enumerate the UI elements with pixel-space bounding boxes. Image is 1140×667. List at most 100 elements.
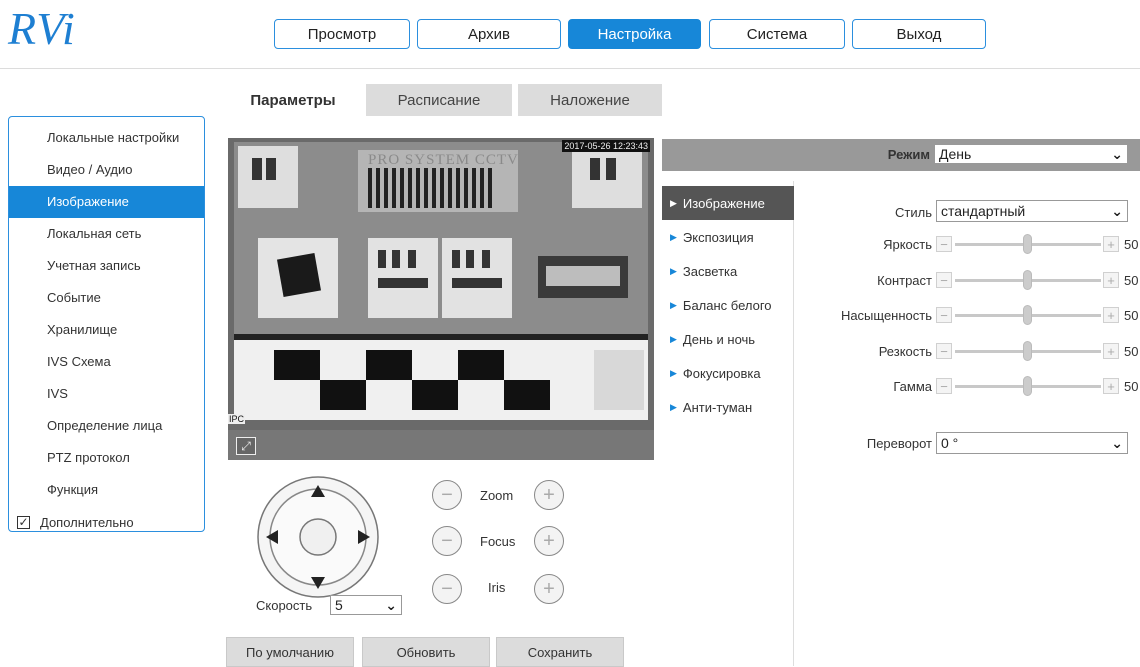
style-select[interactable]: стандартный ⌄ (936, 200, 1128, 222)
slider-increase-button[interactable]: + (1103, 378, 1119, 394)
slider-decrease-button[interactable]: − (936, 307, 952, 323)
triangle-right-icon: ▶ (670, 333, 677, 344)
mode-select[interactable]: День ⌄ (934, 144, 1128, 164)
sidebar-item-video-audio[interactable]: Видео / Аудио (9, 154, 204, 186)
fullscreen-icon[interactable]: ⤢ (236, 437, 256, 455)
sidebar-item-local-settings[interactable]: Локальные настройки (9, 122, 204, 154)
slider-decrease-button[interactable]: − (936, 272, 952, 288)
slider-decrease-button[interactable]: − (936, 236, 952, 252)
submenu-item-backlight[interactable]: ▶ Засветка (662, 254, 794, 288)
default-button[interactable]: По умолчанию (226, 637, 354, 667)
submenu-item-focus[interactable]: ▶ Фокусировка (662, 356, 794, 390)
submenu-item-exposure[interactable]: ▶ Экспозиция (662, 220, 794, 254)
submenu-item-label: День и ночь (682, 331, 756, 347)
nav-archive-button[interactable]: Архив (417, 19, 561, 49)
zoom-label: Zoom (480, 488, 514, 503)
flip-select[interactable]: 0 ° ⌄ (936, 432, 1128, 454)
tab-parameters[interactable]: Параметры (228, 84, 358, 116)
submenu-item-label: Анти-туман (682, 399, 753, 415)
sidebar-item-event[interactable]: Событие (9, 282, 204, 314)
sidebar-item-function[interactable]: Функция (9, 474, 204, 506)
video-preview[interactable]: 2017-05-26 12:23:43 PRO SYSTEM CCTV IPC (228, 138, 654, 460)
iris-label: Iris (488, 580, 506, 595)
slider-label: Резкость (878, 344, 932, 359)
test-chart-image (228, 138, 654, 430)
sidebar-item-storage[interactable]: Хранилище (9, 314, 204, 346)
sidebar-item-image[interactable]: Изображение (9, 186, 204, 218)
advanced-label: Дополнительно (40, 514, 134, 530)
triangle-right-icon: ▶ (670, 401, 677, 412)
slider-thumb[interactable] (1023, 305, 1032, 325)
tab-schedule[interactable]: Расписание (366, 84, 512, 116)
focus-near-button[interactable]: − (432, 526, 462, 556)
triangle-right-icon: ▶ (670, 231, 677, 242)
style-label: Стиль (895, 205, 932, 220)
speed-select-value: 5 (335, 597, 343, 613)
slider-decrease-button[interactable]: − (936, 343, 952, 359)
slider-value: 50 (1124, 308, 1139, 323)
slider-label: Контраст (877, 273, 932, 288)
focus-far-button[interactable]: + (534, 526, 564, 556)
triangle-right-icon: ▶ (670, 265, 677, 276)
speed-label: Скорость (256, 598, 313, 613)
submenu-item-label: Засветка (682, 263, 738, 279)
chevron-down-icon: ⌄ (1111, 202, 1123, 219)
preview-toolbar (228, 430, 654, 460)
mode-select-value: День (939, 146, 972, 162)
preview-brand-overlay: PRO SYSTEM CCTV (368, 152, 519, 168)
nav-settings-button[interactable]: Настройка (568, 19, 701, 49)
submenu-item-white-balance[interactable]: ▶ Баланс белого (662, 288, 794, 322)
slider-increase-button[interactable]: + (1103, 236, 1119, 252)
sidebar-item-ivs-scheme[interactable]: IVS Схема (9, 346, 204, 378)
sidebar-item-ivs[interactable]: IVS (9, 378, 204, 410)
speed-select[interactable]: 5 ⌄ (330, 595, 402, 615)
chevron-down-icon: ⌄ (1111, 434, 1123, 451)
ptz-direction-pad[interactable] (256, 475, 380, 599)
nav-system-button[interactable]: Система (709, 19, 845, 49)
sidebar-item-network[interactable]: Локальная сеть (9, 218, 204, 250)
nav-preview-button[interactable]: Просмотр (274, 19, 410, 49)
advanced-checkbox[interactable]: ✓ (17, 515, 30, 529)
slider-label: Насыщенность (840, 308, 932, 323)
mode-label: Режим (887, 147, 930, 162)
sidebar-item-account[interactable]: Учетная запись (9, 250, 204, 282)
slider-label: Гамма (893, 379, 932, 394)
slider-thumb[interactable] (1023, 270, 1032, 290)
submenu-item-image[interactable]: ▶ Изображение (662, 186, 794, 220)
chevron-down-icon: ⌄ (385, 596, 397, 613)
zoom-out-button[interactable]: − (432, 480, 462, 510)
submenu-item-label: Баланс белого (682, 297, 772, 313)
rvi-logo: RVi (8, 3, 76, 54)
tab-overlay[interactable]: Наложение (518, 84, 662, 116)
slider-label: Яркость (883, 237, 932, 252)
header-divider (0, 68, 1140, 69)
slider-increase-button[interactable]: + (1103, 272, 1119, 288)
slider-thumb[interactable] (1023, 341, 1032, 361)
zoom-in-button[interactable]: + (534, 480, 564, 510)
slider-increase-button[interactable]: + (1103, 343, 1119, 359)
slider-increase-button[interactable]: + (1103, 307, 1119, 323)
slider-value: 50 (1124, 273, 1139, 288)
preview-channel-label: IPC (228, 414, 246, 424)
sidebar-item-face-detection[interactable]: Определение лица (9, 410, 204, 442)
slider-thumb[interactable] (1023, 376, 1032, 396)
iris-close-button[interactable]: − (432, 574, 462, 604)
focus-label: Focus (480, 534, 516, 549)
sidebar-item-ptz-protocol[interactable]: PTZ протокол (9, 442, 204, 474)
slider-thumb[interactable] (1023, 234, 1032, 254)
triangle-right-icon: ▶ (670, 197, 677, 208)
iris-open-button[interactable]: + (534, 574, 564, 604)
submenu-item-defog[interactable]: ▶ Анти-туман (662, 390, 794, 424)
checker-row (234, 340, 648, 420)
save-button[interactable]: Сохранить (496, 637, 624, 667)
advanced-toggle[interactable]: ✓ Дополнительно (9, 506, 204, 538)
submenu-item-label: Экспозиция (682, 229, 754, 245)
slider-value: 50 (1124, 237, 1139, 252)
flip-select-value: 0 ° (941, 435, 959, 451)
submenu-item-label: Фокусировка (682, 365, 761, 381)
refresh-button[interactable]: Обновить (362, 637, 490, 667)
nav-logout-button[interactable]: Выход (852, 19, 986, 49)
slider-decrease-button[interactable]: − (936, 378, 952, 394)
submenu-item-day-night[interactable]: ▶ День и ночь (662, 322, 794, 356)
submenu-item-label: Изображение (682, 195, 765, 211)
